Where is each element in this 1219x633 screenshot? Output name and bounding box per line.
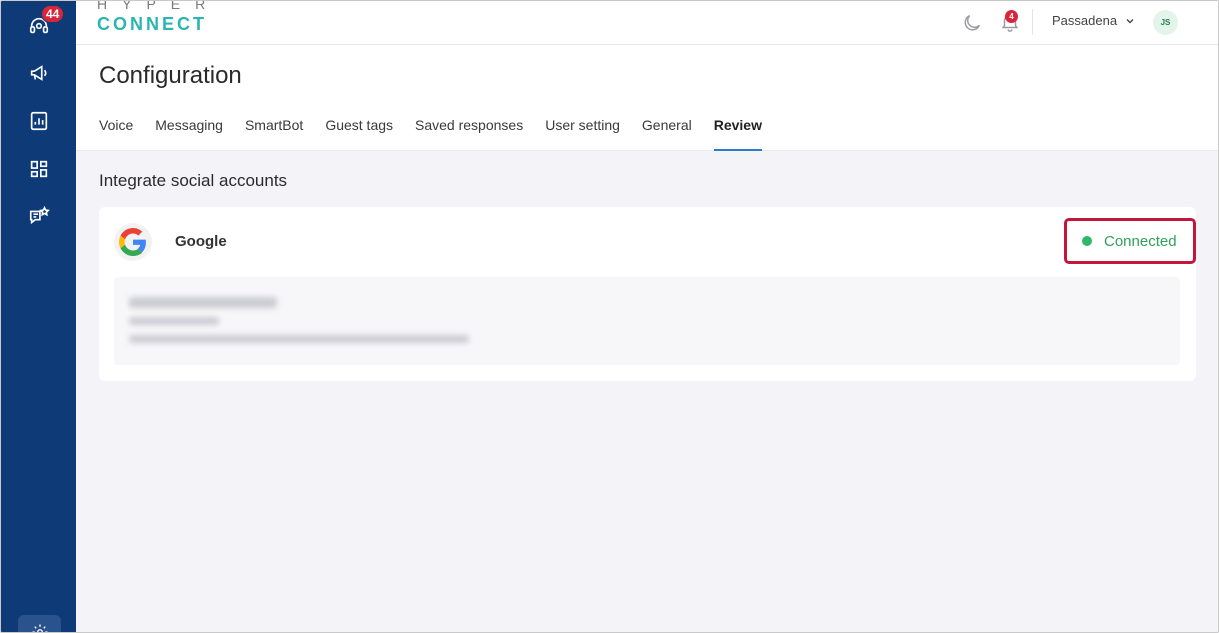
apps-grid-icon xyxy=(30,160,48,178)
dark-mode-moon-icon[interactable] xyxy=(961,12,983,34)
account-details-redacted xyxy=(114,277,1180,365)
brand-logo[interactable]: HYPER CONNECT xyxy=(97,0,221,34)
status-label: Connected xyxy=(1104,232,1177,250)
megaphone-icon xyxy=(30,65,47,81)
redacted-line xyxy=(129,335,469,343)
redacted-line xyxy=(129,317,219,325)
location-selector[interactable]: Passadena xyxy=(1052,13,1135,28)
sidebar: 44 xyxy=(1,1,76,632)
page-header: Configuration Voice Messaging SmartBot G… xyxy=(76,45,1218,151)
top-header: HYPER CONNECT 4 Passadena JS xyxy=(76,1,1218,45)
sidebar-item-apps[interactable] xyxy=(23,153,55,185)
chevron-down-icon xyxy=(1126,18,1134,23)
page-title: Configuration xyxy=(99,62,242,89)
settings-icon xyxy=(32,624,47,632)
tab-messaging[interactable]: Messaging xyxy=(155,117,223,151)
user-avatar[interactable]: JS xyxy=(1153,10,1178,35)
tab-voice[interactable]: Voice xyxy=(99,117,133,151)
redacted-line xyxy=(129,297,277,308)
header-divider xyxy=(1032,9,1033,35)
chat-star-icon xyxy=(29,205,50,225)
tab-general[interactable]: General xyxy=(642,117,692,151)
google-integration-card: Google Connected xyxy=(99,207,1196,381)
tab-saved-responses[interactable]: Saved responses xyxy=(415,117,523,151)
tab-guest-tags[interactable]: Guest tags xyxy=(325,117,393,151)
logo-top-text: HYPER xyxy=(97,0,221,12)
report-icon xyxy=(30,111,48,131)
tab-user-setting[interactable]: User setting xyxy=(545,117,620,151)
tab-review[interactable]: Review xyxy=(713,117,763,151)
google-logo-icon xyxy=(114,223,152,261)
sidebar-item-campaigns[interactable] xyxy=(23,57,55,89)
sidebar-item-reports[interactable] xyxy=(23,105,55,137)
notifications-count-badge: 4 xyxy=(1005,10,1018,23)
location-label: Passadena xyxy=(1052,13,1118,28)
provider-name: Google xyxy=(175,233,227,250)
connection-status-badge[interactable]: Connected xyxy=(1064,218,1196,264)
logo-bottom-text: CONNECT xyxy=(97,14,207,34)
config-tabs: Voice Messaging SmartBot Guest tags Save… xyxy=(99,117,784,151)
app-window: 44 HYPER CONNECT 4 Passadena JS Configur… xyxy=(0,0,1219,633)
status-dot-icon xyxy=(1082,236,1092,246)
support-count-badge: 44 xyxy=(41,5,65,23)
sidebar-item-settings[interactable] xyxy=(18,615,61,632)
section-title: Integrate social accounts xyxy=(99,171,288,190)
tab-smartbot[interactable]: SmartBot xyxy=(245,117,303,151)
sidebar-item-feedback[interactable] xyxy=(23,200,55,232)
